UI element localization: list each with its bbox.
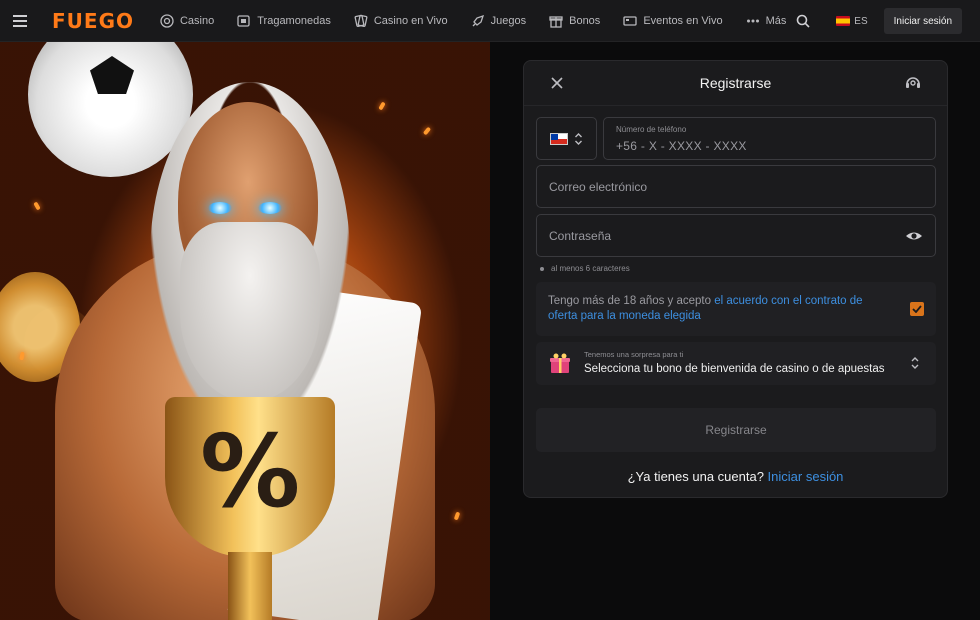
chevron-updown-icon (911, 357, 919, 369)
glowing-eye (258, 202, 282, 214)
phone-number-label: Número de teléfono (616, 125, 687, 134)
nav-item-label: Casino (179, 14, 215, 27)
nav-item-label: Eventos en Vivo (643, 14, 723, 27)
chile-flag-icon (550, 132, 568, 145)
password-field[interactable]: Contraseña (536, 214, 936, 257)
ember-spark (453, 511, 461, 521)
main-nav: Casino Tragamonedas Casino en Vivo Juego… (160, 0, 809, 42)
nav-item-label: Juegos (490, 14, 527, 27)
more-dots-icon (746, 19, 759, 22)
nav-item-more[interactable]: Más (746, 14, 787, 28)
email-placeholder: Correo electrónico (549, 180, 648, 194)
language-selector[interactable]: ES (836, 15, 868, 27)
checkmark-icon (912, 305, 922, 313)
nav-item-games[interactable]: Juegos (471, 14, 526, 28)
rocket-icon (472, 14, 484, 26)
modal-title: Registrarse (699, 75, 772, 91)
password-hint-text: al menos 6 caracteres (551, 264, 630, 273)
have-account-text: ¿Ya tienes una cuenta? (627, 469, 768, 484)
nav-item-label: Bonos (569, 14, 601, 27)
register-modal: Registrarse Número de teléfono +56 - X -… (523, 60, 948, 498)
email-field[interactable]: Correo electrónico (536, 165, 936, 208)
close-icon[interactable] (548, 74, 566, 92)
ember-spark (378, 101, 386, 111)
search-icon[interactable] (788, 6, 818, 36)
login-button[interactable]: Iniciar sesión (883, 8, 962, 34)
language-code: ES (854, 15, 868, 27)
terms-text: Tengo más de 18 años y acepto el acuerdo… (548, 294, 888, 324)
have-account-prompt: ¿Ya tienes una cuenta? Iniciar sesión (524, 469, 947, 484)
terms-agreement-row: Tengo más de 18 años y acepto el acuerdo… (536, 282, 936, 336)
password-hint: al menos 6 caracteres (540, 264, 630, 273)
menu-icon[interactable] (0, 0, 40, 42)
phone-number-field[interactable]: Número de teléfono +56 - X - XXXX - XXXX (603, 117, 936, 160)
country-code-selector[interactable] (536, 117, 597, 160)
password-placeholder: Contraseña (549, 229, 612, 243)
spain-flag-icon (836, 16, 851, 26)
tv-icon (623, 15, 637, 26)
top-nav-bar: FUEGO Casino Tragamonedas Casino en Vivo… (0, 0, 980, 42)
modal-header: Registrarse (524, 61, 947, 106)
logo[interactable]: FUEGO (52, 9, 134, 33)
show-password-eye-icon[interactable] (905, 228, 923, 244)
slot-machine-icon (237, 14, 250, 27)
ember-spark (422, 126, 432, 136)
cards-icon (354, 14, 368, 27)
nav-item-live-events[interactable]: Eventos en Vivo (623, 14, 723, 28)
login-link[interactable]: Iniciar sesión (768, 469, 844, 484)
terms-text-prefix: Tengo más de 18 años y acepto (548, 295, 715, 307)
casino-chip-icon (160, 13, 174, 28)
gift-icon (549, 15, 563, 28)
nav-item-slots[interactable]: Tragamonedas (237, 14, 331, 28)
nav-item-label: Más (765, 14, 787, 27)
bonus-selected-value: Selecciona tu bono de bienvenida de casi… (584, 363, 885, 375)
chevron-updown-icon (575, 132, 582, 145)
zeus-beard-image (180, 222, 320, 402)
register-submit-button[interactable]: Registrarse (536, 408, 936, 452)
phone-number-mask: +56 - X - XXXX - XXXX (616, 139, 747, 153)
nav-item-casino[interactable]: Casino (160, 13, 215, 28)
hero-illustration: % (0, 42, 490, 620)
bonus-label: Tenemos una sorpresa para ti (584, 350, 684, 359)
ember-spark (33, 201, 41, 211)
nav-item-live-casino[interactable]: Casino en Vivo (354, 14, 448, 28)
bullet-dot (540, 266, 544, 271)
trophy-stem-image (228, 552, 272, 620)
gift-box-icon (550, 353, 570, 373)
percent-symbol-image: % (200, 413, 301, 530)
glowing-eye (208, 202, 232, 214)
support-headset-icon[interactable] (903, 73, 923, 93)
top-right-actions: ES Iniciar sesión (788, 0, 980, 42)
nav-item-label: Tragamonedas (257, 14, 331, 27)
nav-item-label: Casino en Vivo (373, 14, 448, 27)
nav-item-bonuses[interactable]: Bonos (549, 14, 600, 28)
terms-checkbox[interactable] (910, 302, 924, 316)
welcome-bonus-selector[interactable]: Tenemos una sorpresa para ti Selecciona … (536, 342, 936, 385)
